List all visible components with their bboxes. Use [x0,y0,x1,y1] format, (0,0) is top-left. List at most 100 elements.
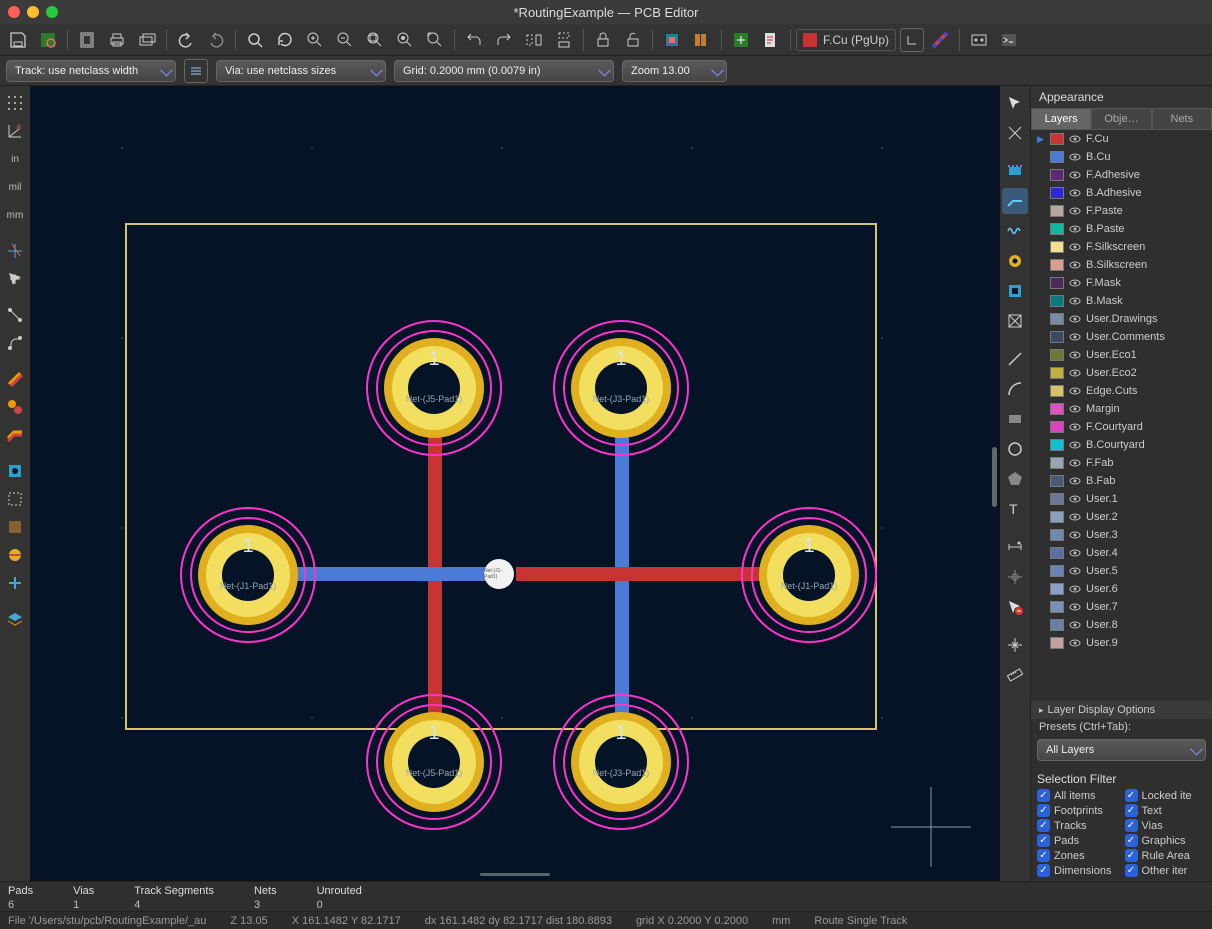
layer-visibility-icon[interactable] [1069,421,1081,433]
layer-color-swatch[interactable] [1050,403,1064,415]
layer-color-swatch[interactable] [1050,637,1064,649]
add-keepout-icon[interactable] [1002,308,1028,334]
layer-visibility-icon[interactable] [1069,367,1081,379]
layer-color-swatch[interactable] [1050,511,1064,523]
auto-track-width-button[interactable] [184,59,208,83]
tune-length-icon[interactable] [1002,218,1028,244]
console-icon[interactable] [995,26,1023,54]
layer-color-swatch[interactable] [1050,547,1064,559]
tab-layers[interactable]: Layers [1031,108,1091,130]
layer-visibility-icon[interactable] [1069,169,1081,181]
layer-row[interactable]: User.Drawings [1031,310,1212,328]
checkbox-icon[interactable] [1037,864,1050,877]
layer-row[interactable]: User.Eco2 [1031,364,1212,382]
selection-filter-item[interactable]: Other iter [1125,864,1207,877]
show-grid-icon[interactable] [2,90,28,116]
zone-display-icon[interactable] [2,486,28,512]
pad-fill-icon[interactable] [2,542,28,568]
page-settings-icon[interactable] [73,26,101,54]
layer-visibility-icon[interactable] [1069,529,1081,541]
layer-row[interactable]: User.9 [1031,634,1212,652]
layer-row[interactable]: Margin [1031,400,1212,418]
layer-row[interactable]: F.Mask [1031,274,1212,292]
mirror-h-icon[interactable] [520,26,548,54]
lock-open-icon[interactable] [619,26,647,54]
checkbox-icon[interactable] [1037,804,1050,817]
draw-line-icon[interactable] [1002,346,1028,372]
minimize-window-button[interactable] [27,6,39,18]
grid-combo[interactable]: Grid: 0.2000 mm (0.0079 in) [394,60,614,82]
select-tool-icon[interactable] [1002,90,1028,116]
layer-color-swatch[interactable] [1050,187,1064,199]
always-show-cursor-icon[interactable] [2,266,28,292]
layer-color-swatch[interactable] [1050,205,1064,217]
checkbox-icon[interactable] [1037,849,1050,862]
ratsnest-curved-icon[interactable] [2,330,28,356]
redo-icon[interactable] [202,26,230,54]
highlight-net-icon[interactable] [1002,120,1028,146]
zoom-objects-icon[interactable] [391,26,419,54]
selection-filter-item[interactable]: Text [1125,804,1207,817]
render-settings-icon[interactable] [926,26,954,54]
layer-color-swatch[interactable] [1050,313,1064,325]
rotate-cw-icon[interactable] [490,26,518,54]
layer-visibility-icon[interactable] [1069,439,1081,451]
layer-color-swatch[interactable] [1050,439,1064,451]
layer-row[interactable]: B.Silkscreen [1031,256,1212,274]
selection-filter-item[interactable]: Graphics [1125,834,1207,847]
board-setup-icon[interactable] [34,26,62,54]
layer-color-swatch[interactable] [1050,583,1064,595]
layer-visibility-icon[interactable] [1069,241,1081,253]
zoom-selection-icon[interactable] [421,26,449,54]
layer-row[interactable]: F.Adhesive [1031,166,1212,184]
layer-visibility-icon[interactable] [1069,313,1081,325]
layer-color-swatch[interactable] [1050,493,1064,505]
layer-visibility-icon[interactable] [1069,295,1081,307]
layers-list[interactable]: ▶F.CuB.CuF.AdhesiveB.AdhesiveF.PasteB.Pa… [1031,130,1212,701]
layer-color-swatch[interactable] [1050,565,1064,577]
layer-row[interactable]: ▶F.Cu [1031,130,1212,148]
delete-icon[interactable] [1002,594,1028,620]
layer-color-swatch[interactable] [1050,331,1064,343]
layer-color-swatch[interactable] [1050,241,1064,253]
zone-outline-icon[interactable] [2,514,28,540]
layer-visibility-icon[interactable] [1069,583,1081,595]
close-window-button[interactable] [8,6,20,18]
zoom-in-icon[interactable] [301,26,329,54]
selection-filter-item[interactable]: Locked ite [1125,789,1207,802]
layer-row[interactable]: Edge.Cuts [1031,382,1212,400]
layer-row[interactable]: User.7 [1031,598,1212,616]
layer-visibility-icon[interactable] [1069,619,1081,631]
layer-color-swatch[interactable] [1050,529,1064,541]
print-icon[interactable] [103,26,131,54]
ratsnest-display-icon[interactable] [2,302,28,328]
checkbox-icon[interactable] [1037,789,1050,802]
add-text-icon[interactable]: T [1002,496,1028,522]
layer-color-swatch[interactable] [1050,475,1064,487]
track-width-combo[interactable]: Track: use netclass width [6,60,176,82]
track-outline-icon[interactable] [2,366,28,392]
draw-polygon-icon[interactable] [1002,466,1028,492]
layer-row[interactable]: User.5 [1031,562,1212,580]
layer-color-swatch[interactable] [1050,259,1064,271]
checkbox-icon[interactable] [1125,834,1138,847]
measure-icon[interactable] [1002,662,1028,688]
selection-filter-item[interactable]: Zones [1037,849,1119,862]
cursor-style-icon[interactable] [2,238,28,264]
layer-visibility-icon[interactable] [1069,637,1081,649]
selection-filter-item[interactable]: All items [1037,789,1119,802]
layer-row[interactable]: User.6 [1031,580,1212,598]
layer-row[interactable]: F.Fab [1031,454,1212,472]
plot-icon[interactable] [133,26,161,54]
layer-visibility-icon[interactable] [1069,601,1081,613]
layer-visibility-icon[interactable] [1069,511,1081,523]
layer-row[interactable]: F.Courtyard [1031,418,1212,436]
refresh-icon[interactable] [271,26,299,54]
draw-circle-icon[interactable] [1002,436,1028,462]
checkbox-icon[interactable] [1125,789,1138,802]
selection-filter-item[interactable]: Rule Area [1125,849,1207,862]
layer-visibility-icon[interactable] [1069,349,1081,361]
pad-outline-icon[interactable] [2,458,28,484]
find-icon[interactable] [241,26,269,54]
layer-row[interactable]: B.Cu [1031,148,1212,166]
